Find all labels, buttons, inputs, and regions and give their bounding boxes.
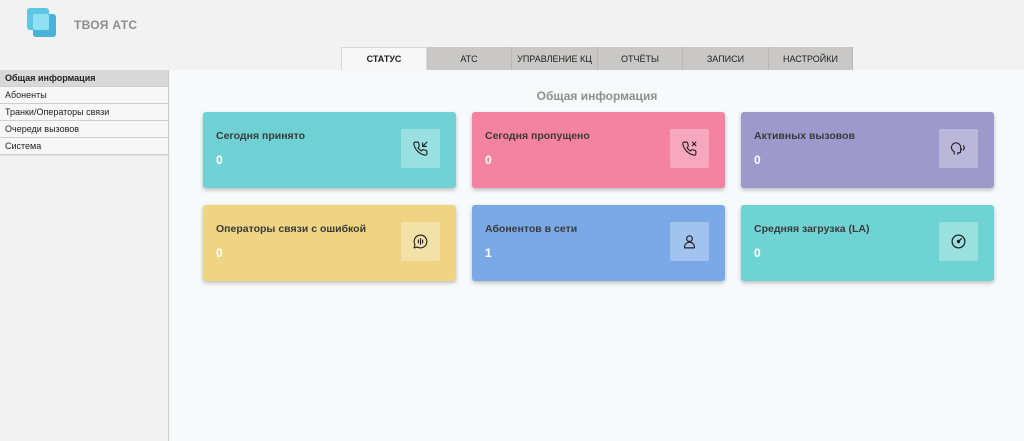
card-title: Средняя загрузка (LA) bbox=[754, 223, 870, 235]
card-value: 1 bbox=[485, 246, 492, 260]
logo[interactable] bbox=[27, 8, 56, 37]
user-icon bbox=[670, 222, 709, 261]
voice-chat-icon bbox=[401, 222, 440, 261]
missed-call-icon bbox=[670, 129, 709, 168]
gauge-icon bbox=[939, 222, 978, 261]
card-value: 0 bbox=[216, 153, 223, 167]
card-title: Активных вызовов bbox=[754, 130, 855, 142]
tab-records[interactable]: ЗАПИСИ bbox=[683, 47, 769, 70]
tab-status[interactable]: СТАТУС bbox=[341, 47, 427, 70]
card-title: Абонентов в сети bbox=[485, 223, 578, 235]
sidebar: Общая информация Абоненты Транки/Операто… bbox=[0, 70, 169, 441]
card-value: 0 bbox=[485, 153, 492, 167]
card-average-load: Средняя загрузка (LA) 0 bbox=[741, 205, 994, 281]
card-value: 0 bbox=[754, 153, 761, 167]
logo-shape-overlap bbox=[33, 14, 49, 30]
brand-title: ТВОЯ АТС bbox=[74, 18, 138, 32]
card-received-today: Сегодня принято 0 bbox=[203, 112, 456, 188]
tab-settings[interactable]: НАСТРОЙКИ bbox=[769, 47, 853, 70]
page-title: Общая информация bbox=[536, 89, 658, 103]
card-online-subscribers: Абонентов в сети 1 bbox=[472, 205, 725, 281]
main-content: Общая информация Сегодня принято 0 Сегод… bbox=[170, 70, 1024, 441]
tab-cc-management[interactable]: УПРАВЛЕНИЕ КЦ bbox=[512, 47, 598, 70]
tab-reports[interactable]: ОТЧЁТЫ bbox=[598, 47, 683, 70]
card-missed-today: Сегодня пропущено 0 bbox=[472, 112, 725, 188]
top-tabs: СТАТУС АТС УПРАВЛЕНИЕ КЦ ОТЧЁТЫ ЗАПИСИ Н… bbox=[341, 47, 853, 70]
card-active-calls: Активных вызовов 0 bbox=[741, 112, 994, 188]
card-title: Сегодня пропущено bbox=[485, 130, 590, 142]
card-title: Сегодня принято bbox=[216, 130, 306, 142]
sidebar-item-trunks[interactable]: Транки/Операторы связи bbox=[0, 104, 168, 121]
tab-ats[interactable]: АТС bbox=[427, 47, 512, 70]
card-title: Операторы связи с ошибкой bbox=[216, 223, 367, 235]
card-trunks-with-errors: Операторы связи с ошибкой 0 bbox=[203, 205, 456, 281]
sidebar-item-queues[interactable]: Очереди вызовов bbox=[0, 121, 168, 138]
sidebar-item-system[interactable]: Система bbox=[0, 138, 168, 155]
card-value: 0 bbox=[216, 246, 223, 260]
card-value: 0 bbox=[754, 246, 761, 260]
sidebar-item-general-info[interactable]: Общая информация bbox=[0, 70, 168, 87]
sidebar-item-subscribers[interactable]: Абоненты bbox=[0, 87, 168, 104]
incoming-call-icon bbox=[401, 129, 440, 168]
speaking-head-icon bbox=[939, 129, 978, 168]
